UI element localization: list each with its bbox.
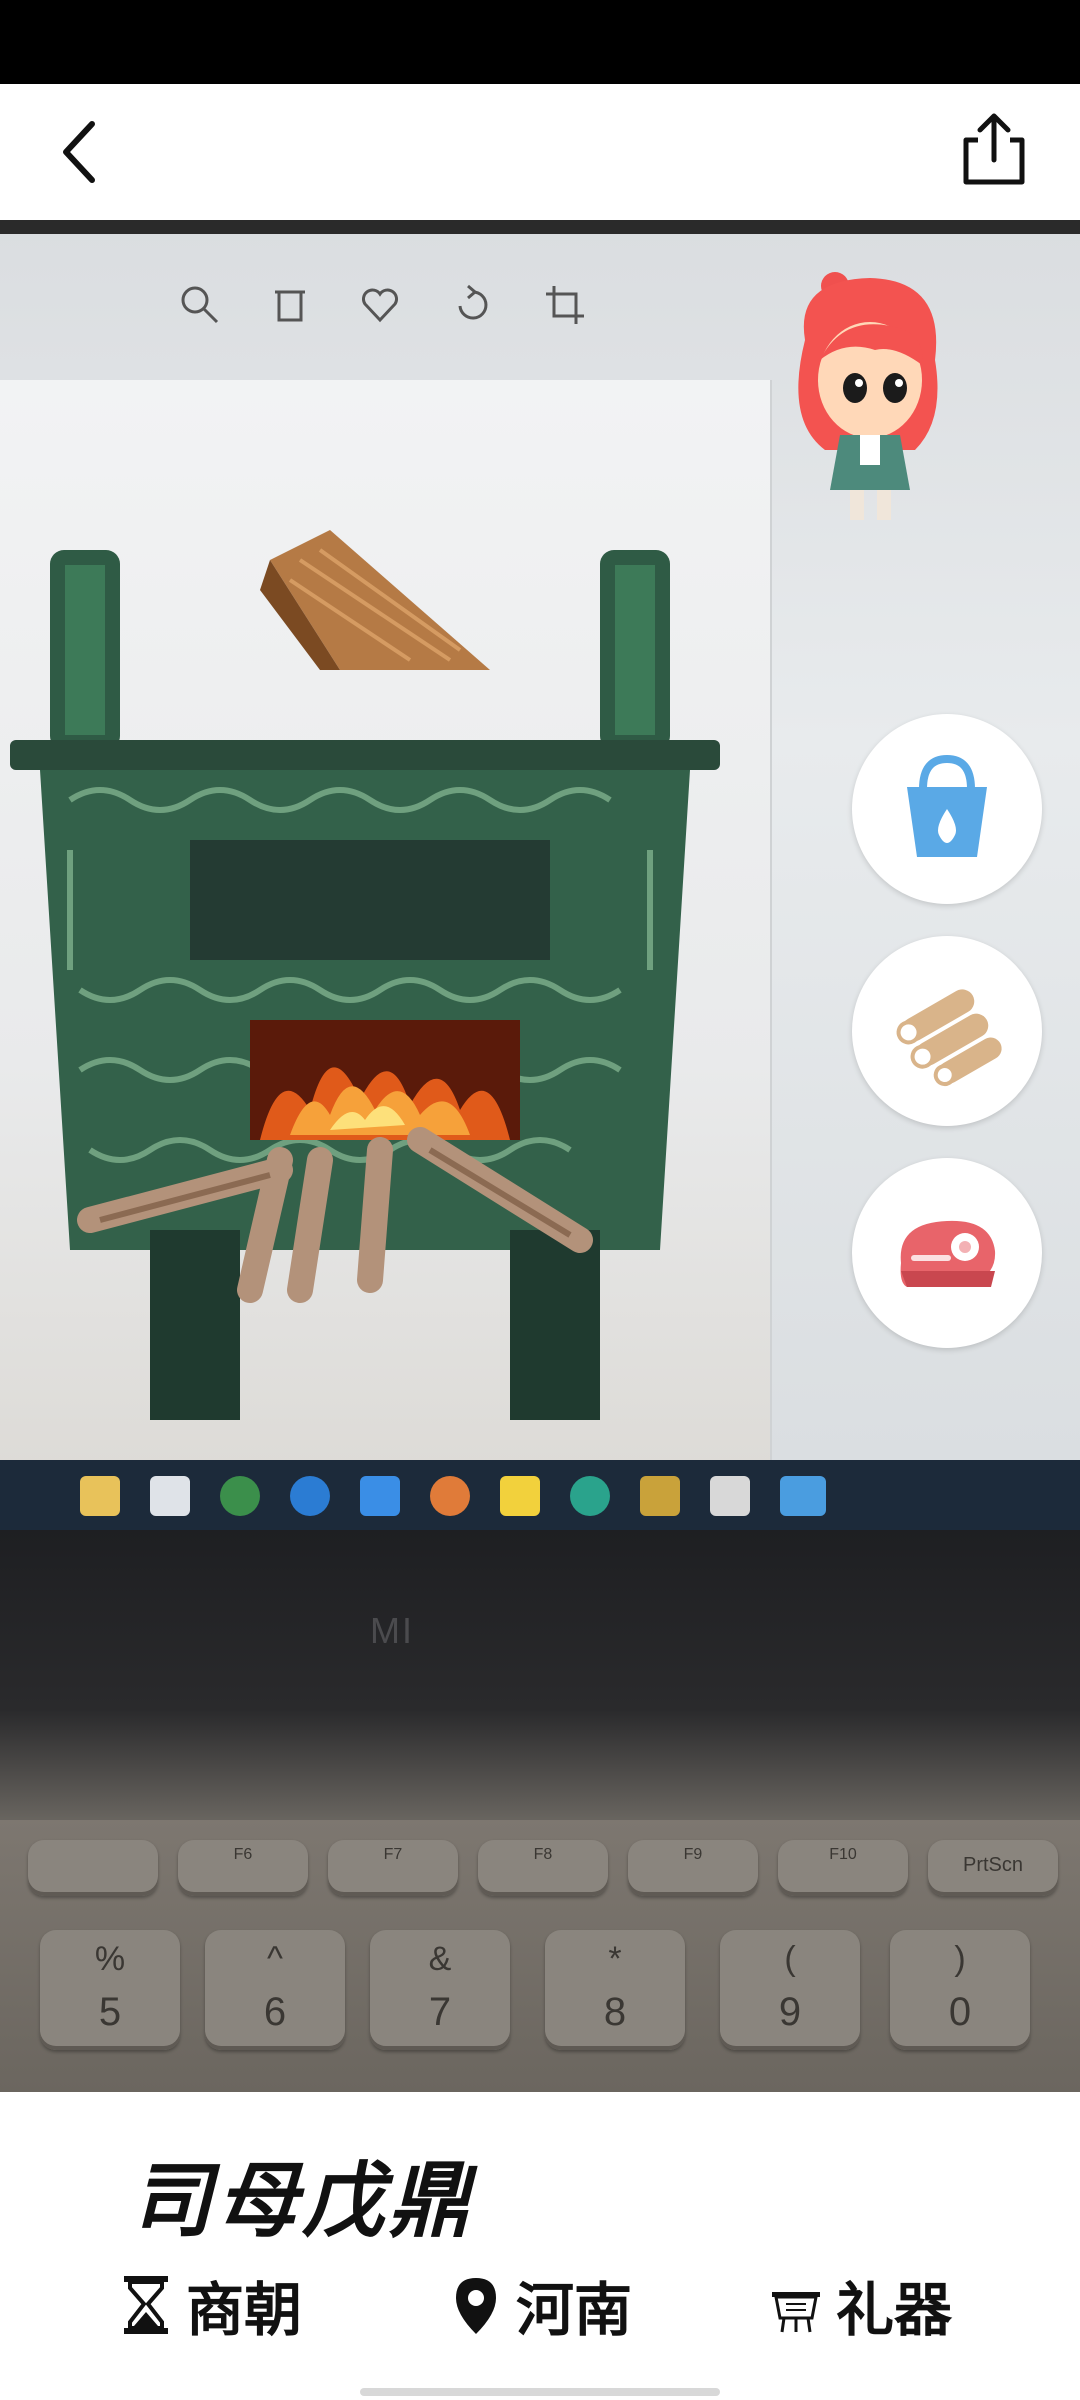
location-pin-icon <box>456 2278 496 2334</box>
firewood-button[interactable] <box>852 936 1042 1126</box>
relic-title: 司母戊鼎 <box>130 2153 474 2249</box>
firewood-block-model <box>260 530 490 670</box>
heart-icon <box>362 288 398 323</box>
keyboard-key: (9 <box>720 1930 860 2050</box>
dynasty-tag: 商朝 <box>120 2270 302 2344</box>
water-bucket-icon <box>907 754 987 857</box>
category-tag: 礼器 <box>770 2270 952 2344</box>
firewood-icon <box>896 989 1002 1087</box>
status-bar <box>0 0 1080 84</box>
rotate-icon <box>458 284 488 320</box>
laptop-keyboard: F6 F7 F8 F9 F10 PrtScn % 5 ^ 6 & 7 * 8 (9 ) 0 <box>0 1820 1080 2092</box>
keyboard-key: ) 0 <box>890 1930 1030 2050</box>
keyboard-key: % 5 <box>40 1930 180 2050</box>
share-button[interactable] <box>956 110 1032 190</box>
province-tag: 河南 <box>450 2270 632 2344</box>
keyboard-key: & 7 <box>370 1930 510 2050</box>
crop-icon <box>546 286 584 324</box>
home-indicator[interactable] <box>360 2388 720 2396</box>
share-icon <box>963 113 1025 185</box>
meat-icon <box>900 1220 996 1287</box>
keyboard-key: F8 <box>478 1840 608 1896</box>
keyboard-key: ^ 6 <box>205 1930 345 2050</box>
mascot-girl-character <box>798 272 938 520</box>
province-label: 河南 <box>516 2276 633 2344</box>
keyboard-key <box>28 1840 158 1896</box>
back-button[interactable] <box>52 114 112 190</box>
ritual-vessel-icon <box>772 2292 820 2333</box>
laptop-bezel: MI <box>0 1530 1080 1830</box>
dynasty-label: 商朝 <box>186 2276 303 2344</box>
keyboard-key: * 8 <box>545 1930 685 2050</box>
keyboard-key: F6 <box>178 1840 308 1896</box>
chevron-left-icon <box>63 121 95 183</box>
keyboard-key: PrtScn <box>928 1840 1058 1896</box>
delete-icon <box>275 290 305 322</box>
laptop-logo: MI <box>370 1610 414 1651</box>
keyboard-key: F10 <box>778 1840 908 1896</box>
top-bar <box>0 84 1080 220</box>
ar-camera-view[interactable]: MI F6 F7 F8 F9 F10 PrtScn % 5 ^ 6 & 7 * 8 (9… <box>0 220 1080 2092</box>
campfire-model <box>77 1020 593 1303</box>
keyboard-key: F9 <box>628 1840 758 1896</box>
water-bucket-button[interactable] <box>852 714 1042 904</box>
zoom-icon <box>181 286 219 324</box>
keyboard-key: F7 <box>328 1840 458 1896</box>
hourglass-icon <box>124 2276 168 2334</box>
category-label: 礼器 <box>836 2276 953 2344</box>
meat-button[interactable] <box>852 1158 1042 1348</box>
relic-info-panel: 司母戊鼎 商朝 河南 礼器 <box>0 2092 1080 2400</box>
